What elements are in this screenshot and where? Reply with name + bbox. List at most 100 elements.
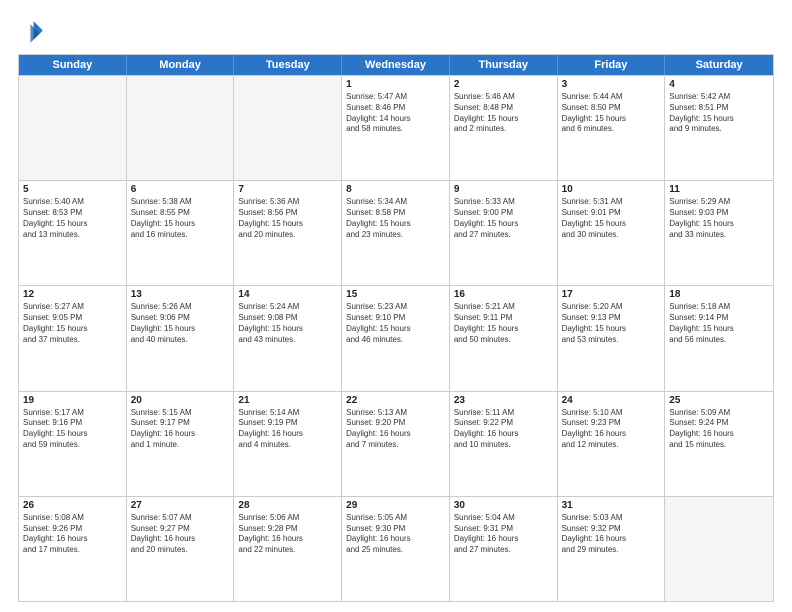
day-cell-28: 28Sunrise: 5:06 AMSunset: 9:28 PMDayligh… xyxy=(234,497,342,601)
day-info: Sunrise: 5:05 AMSunset: 9:30 PMDaylight:… xyxy=(346,513,445,556)
day-info: Sunrise: 5:03 AMSunset: 9:32 PMDaylight:… xyxy=(562,513,661,556)
day-info: Sunrise: 5:11 AMSunset: 9:22 PMDaylight:… xyxy=(454,408,553,451)
day-info: Sunrise: 5:40 AMSunset: 8:53 PMDaylight:… xyxy=(23,197,122,240)
day-cell-12: 12 Sunrise: 5:27 AMSunset: 9:05 PMDayligh… xyxy=(19,286,127,390)
empty-cell xyxy=(234,76,342,180)
day-info: Sunrise: 5:26 AMSunset: 9:06 PMDaylight:… xyxy=(131,302,230,345)
day-cell-6: 6Sunrise: 5:38 AMSunset: 8:55 PMDaylight… xyxy=(127,181,235,285)
day-number: 16 xyxy=(454,289,553,300)
calendar-body: 1Sunrise: 5:47 AMSunset: 8:46 PMDaylight… xyxy=(19,75,773,601)
day-number: 24 xyxy=(562,395,661,406)
day-info: Sunrise: 5:15 AMSunset: 9:17 PMDaylight:… xyxy=(131,408,230,451)
day-cell-10: 10Sunrise: 5:31 AMSunset: 9:01 PMDayligh… xyxy=(558,181,666,285)
day-cell-13: 13 Sunrise: 5:26 AMSunset: 9:06 PMDayligh… xyxy=(127,286,235,390)
day-info: Sunrise: 5:33 AMSunset: 9:00 PMDaylight:… xyxy=(454,197,553,240)
day-info: Sunrise: 5:17 AMSunset: 9:16 PMDaylight:… xyxy=(23,408,122,451)
day-number: 6 xyxy=(131,184,230,195)
day-info: Sunrise: 5:44 AMSunset: 8:50 PMDaylight:… xyxy=(562,92,661,135)
day-number: 17 xyxy=(562,289,661,300)
day-number: 21 xyxy=(238,395,337,406)
day-info: Sunrise: 5:27 AMSunset: 9:05 PMDaylight:… xyxy=(23,302,122,345)
day-cell-18: 18 Sunrise: 5:18 AMSunset: 9:14 PMDayligh… xyxy=(665,286,773,390)
day-number: 13 xyxy=(131,289,230,300)
day-number: 9 xyxy=(454,184,553,195)
day-info: Sunrise: 5:07 AMSunset: 9:27 PMDaylight:… xyxy=(131,513,230,556)
day-number: 25 xyxy=(669,395,769,406)
logo xyxy=(18,18,50,46)
day-info: Sunrise: 5:14 AMSunset: 9:19 PMDaylight:… xyxy=(238,408,337,451)
day-info: Sunrise: 5:09 AMSunset: 9:24 PMDaylight:… xyxy=(669,408,769,451)
day-number: 5 xyxy=(23,184,122,195)
calendar-row-3: 12 Sunrise: 5:27 AMSunset: 9:05 PMDayligh… xyxy=(19,285,773,390)
day-cell-19: 19 Sunrise: 5:17 AMSunset: 9:16 PMDayligh… xyxy=(19,392,127,496)
day-info: Sunrise: 5:04 AMSunset: 9:31 PMDaylight:… xyxy=(454,513,553,556)
day-cell-11: 11 Sunrise: 5:29 AMSunset: 9:03 PMDayligh… xyxy=(665,181,773,285)
day-cell-7: 7Sunrise: 5:36 AMSunset: 8:56 PMDaylight… xyxy=(234,181,342,285)
day-cell-23: 23 Sunrise: 5:11 AMSunset: 9:22 PMDayligh… xyxy=(450,392,558,496)
page: SundayMondayTuesdayWednesdayThursdayFrid… xyxy=(0,0,792,612)
day-info: Sunrise: 5:36 AMSunset: 8:56 PMDaylight:… xyxy=(238,197,337,240)
day-cell-26: 26 Sunrise: 5:08 AMSunset: 9:26 PMDayligh… xyxy=(19,497,127,601)
day-cell-22: 22 Sunrise: 5:13 AMSunset: 9:20 PMDayligh… xyxy=(342,392,450,496)
day-number: 26 xyxy=(23,500,122,511)
day-cell-3: 3 Sunrise: 5:44 AMSunset: 8:50 PMDaylight… xyxy=(558,76,666,180)
day-info: Sunrise: 5:24 AMSunset: 9:08 PMDaylight:… xyxy=(238,302,337,345)
day-cell-24: 24 Sunrise: 5:10 AMSunset: 9:23 PMDayligh… xyxy=(558,392,666,496)
day-info: Sunrise: 5:10 AMSunset: 9:23 PMDaylight:… xyxy=(562,408,661,451)
empty-cell xyxy=(127,76,235,180)
day-info: Sunrise: 5:23 AMSunset: 9:10 PMDaylight:… xyxy=(346,302,445,345)
header-day-wednesday: Wednesday xyxy=(342,55,450,75)
day-number: 19 xyxy=(23,395,122,406)
header-day-sunday: Sunday xyxy=(19,55,127,75)
logo-icon xyxy=(18,18,46,46)
day-cell-14: 14 Sunrise: 5:24 AMSunset: 9:08 PMDayligh… xyxy=(234,286,342,390)
day-cell-4: 4 Sunrise: 5:42 AMSunset: 8:51 PMDaylight… xyxy=(665,76,773,180)
day-info: Sunrise: 5:18 AMSunset: 9:14 PMDaylight:… xyxy=(669,302,769,345)
day-number: 31 xyxy=(562,500,661,511)
day-cell-30: 30Sunrise: 5:04 AMSunset: 9:31 PMDayligh… xyxy=(450,497,558,601)
day-cell-29: 29 Sunrise: 5:05 AMSunset: 9:30 PMDayligh… xyxy=(342,497,450,601)
day-number: 12 xyxy=(23,289,122,300)
day-number: 1 xyxy=(346,79,445,90)
day-number: 14 xyxy=(238,289,337,300)
day-info: Sunrise: 5:08 AMSunset: 9:26 PMDaylight:… xyxy=(23,513,122,556)
day-cell-17: 17Sunrise: 5:20 AMSunset: 9:13 PMDayligh… xyxy=(558,286,666,390)
day-number: 11 xyxy=(669,184,769,195)
header-day-friday: Friday xyxy=(558,55,666,75)
day-cell-1: 1Sunrise: 5:47 AMSunset: 8:46 PMDaylight… xyxy=(342,76,450,180)
calendar-row-5: 26 Sunrise: 5:08 AMSunset: 9:26 PMDayligh… xyxy=(19,496,773,601)
day-cell-21: 21 Sunrise: 5:14 AMSunset: 9:19 PMDayligh… xyxy=(234,392,342,496)
header-day-thursday: Thursday xyxy=(450,55,558,75)
empty-cell xyxy=(19,76,127,180)
day-info: Sunrise: 5:13 AMSunset: 9:20 PMDaylight:… xyxy=(346,408,445,451)
day-number: 4 xyxy=(669,79,769,90)
day-cell-2: 2 Sunrise: 5:46 AMSunset: 8:48 PMDaylight… xyxy=(450,76,558,180)
calendar-row-1: 1Sunrise: 5:47 AMSunset: 8:46 PMDaylight… xyxy=(19,75,773,180)
day-number: 29 xyxy=(346,500,445,511)
day-number: 27 xyxy=(131,500,230,511)
day-number: 18 xyxy=(669,289,769,300)
day-number: 8 xyxy=(346,184,445,195)
day-number: 2 xyxy=(454,79,553,90)
header-day-saturday: Saturday xyxy=(665,55,773,75)
day-number: 22 xyxy=(346,395,445,406)
day-info: Sunrise: 5:29 AMSunset: 9:03 PMDaylight:… xyxy=(669,197,769,240)
header-day-tuesday: Tuesday xyxy=(234,55,342,75)
header xyxy=(18,18,774,46)
day-info: Sunrise: 5:46 AMSunset: 8:48 PMDaylight:… xyxy=(454,92,553,135)
calendar-row-2: 5 Sunrise: 5:40 AMSunset: 8:53 PMDaylight… xyxy=(19,180,773,285)
day-number: 23 xyxy=(454,395,553,406)
day-number: 3 xyxy=(562,79,661,90)
calendar-row-4: 19 Sunrise: 5:17 AMSunset: 9:16 PMDayligh… xyxy=(19,391,773,496)
day-info: Sunrise: 5:06 AMSunset: 9:28 PMDaylight:… xyxy=(238,513,337,556)
day-cell-20: 20Sunrise: 5:15 AMSunset: 9:17 PMDayligh… xyxy=(127,392,235,496)
day-cell-25: 25 Sunrise: 5:09 AMSunset: 9:24 PMDayligh… xyxy=(665,392,773,496)
day-cell-8: 8Sunrise: 5:34 AMSunset: 8:58 PMDaylight… xyxy=(342,181,450,285)
day-cell-9: 9 Sunrise: 5:33 AMSunset: 9:00 PMDaylight… xyxy=(450,181,558,285)
calendar-header: SundayMondayTuesdayWednesdayThursdayFrid… xyxy=(19,55,773,75)
empty-cell xyxy=(665,497,773,601)
day-info: Sunrise: 5:42 AMSunset: 8:51 PMDaylight:… xyxy=(669,92,769,135)
calendar: SundayMondayTuesdayWednesdayThursdayFrid… xyxy=(18,54,774,602)
day-cell-31: 31 Sunrise: 5:03 AMSunset: 9:32 PMDayligh… xyxy=(558,497,666,601)
day-info: Sunrise: 5:31 AMSunset: 9:01 PMDaylight:… xyxy=(562,197,661,240)
